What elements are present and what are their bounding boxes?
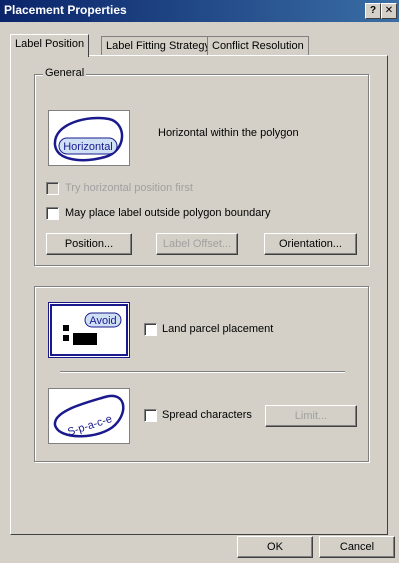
land-parcel-label: Land parcel placement xyxy=(162,323,274,335)
tab-label-fitting-strategy[interactable]: Label Fitting Strategy xyxy=(101,36,215,55)
tab-label-position[interactable]: Label Position xyxy=(10,34,90,57)
avoid-illustration: Avoid xyxy=(48,302,130,358)
illustration-word: Horizontal xyxy=(63,141,113,153)
ok-button[interactable]: OK xyxy=(237,536,313,558)
general-group: General Horizontal Horizontal within the… xyxy=(34,67,369,266)
may-place-outside-label: May place label outside polygon boundary xyxy=(65,207,271,219)
horizontal-illustration: Horizontal xyxy=(48,110,130,166)
position-button[interactable]: Position... xyxy=(46,233,132,255)
close-button[interactable]: ✕ xyxy=(381,3,397,19)
cancel-button[interactable]: Cancel xyxy=(319,536,395,558)
land-parcel-checkbox[interactable] xyxy=(144,323,157,336)
window-title: Placement Properties xyxy=(4,3,127,17)
limit-button[interactable]: Limit... xyxy=(265,405,357,427)
horizontal-description: Horizontal within the polygon xyxy=(158,127,299,139)
placement-properties-dialog: Placement Properties ? ✕ Label Position … xyxy=(0,0,399,563)
spread-characters-icon: S-p-a-c-e xyxy=(53,394,125,439)
title-bar: Placement Properties ? ✕ xyxy=(0,0,399,22)
try-horizontal-checkbox[interactable] xyxy=(46,182,59,195)
tab-panel: General Horizontal Horizontal within the… xyxy=(10,55,388,535)
help-button[interactable]: ? xyxy=(365,3,381,19)
label-offset-button[interactable]: Label Offset... xyxy=(156,233,238,255)
land-parcel-icon: Avoid xyxy=(50,304,128,356)
tab-conflict-resolution[interactable]: Conflict Resolution xyxy=(207,36,309,55)
avoid-word: Avoid xyxy=(89,315,116,327)
try-horizontal-label: Try horizontal position first xyxy=(65,182,193,194)
spread-characters-checkbox[interactable] xyxy=(144,409,157,422)
group-divider xyxy=(60,371,345,373)
spread-characters-label: Spread characters xyxy=(162,409,252,421)
spread-illustration: S-p-a-c-e xyxy=(48,388,130,444)
general-legend: General xyxy=(43,67,87,79)
polygon-icon: Horizontal xyxy=(53,116,124,162)
avoid-spread-group: Avoid Land parcel placement S-p-a-c-e Sp… xyxy=(34,286,369,462)
orientation-button[interactable]: Orientation... xyxy=(264,233,357,255)
may-place-outside-checkbox[interactable] xyxy=(46,207,59,220)
